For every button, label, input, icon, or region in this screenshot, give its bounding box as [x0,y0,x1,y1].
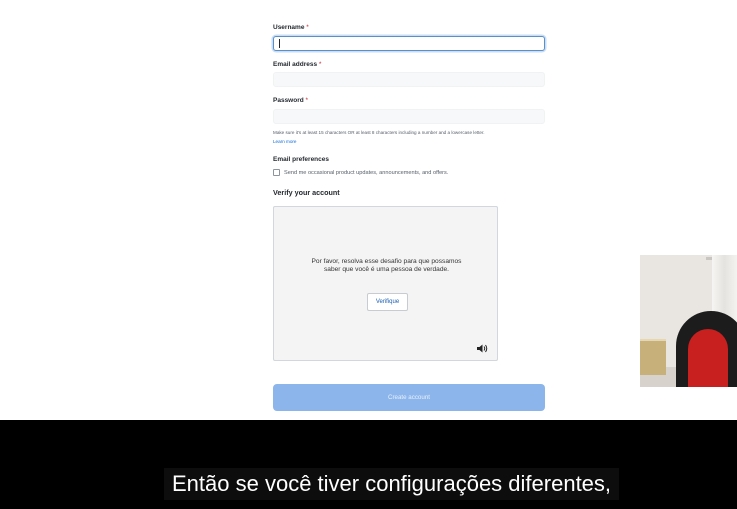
webcam-overlay [640,255,737,387]
required-mark: * [306,24,309,31]
signup-page: Username * Email address * Password * Ma… [0,0,737,420]
subtitle-bar: Então se você tiver configurações difere… [0,420,737,509]
verify-account-title: Verify your account [273,188,340,197]
password-hint: Make sure it's at least 15 characters OR… [273,128,553,146]
email-preferences-label: Email preferences [273,156,330,163]
captcha-panel: Por favor, resolva esse desafio para que… [273,206,498,361]
username-input[interactable] [273,36,545,51]
password-input[interactable] [273,109,545,124]
email-label-text: Email address [273,61,318,68]
captcha-message: Por favor, resolva esse desafio para que… [311,258,462,273]
subtitle-text: Então se você tiver configurações difere… [164,468,620,500]
learn-more-link[interactable]: Learn more [273,137,553,146]
username-label: Username * [273,24,309,31]
person-red-shirt [688,329,728,387]
username-label-text: Username [273,24,305,31]
create-account-button[interactable]: Create account [273,384,545,411]
speaker-icon[interactable] [477,344,488,353]
product-updates-checkbox[interactable] [273,169,280,176]
shelf [640,339,666,375]
email-preferences-option[interactable]: Send me occasional product updates, anno… [273,169,448,176]
verify-button[interactable]: Verifique [367,293,408,311]
email-input[interactable] [273,72,545,87]
required-mark: * [318,61,322,68]
email-label: Email address * [273,61,321,68]
password-label: Password * [273,97,308,104]
password-label-text: Password [273,97,304,104]
product-updates-label: Send me occasional product updates, anno… [284,169,449,176]
password-hint-text: Make sure it's at least 15 characters OR… [273,130,485,135]
text-caret [279,39,280,48]
required-mark: * [305,97,309,104]
